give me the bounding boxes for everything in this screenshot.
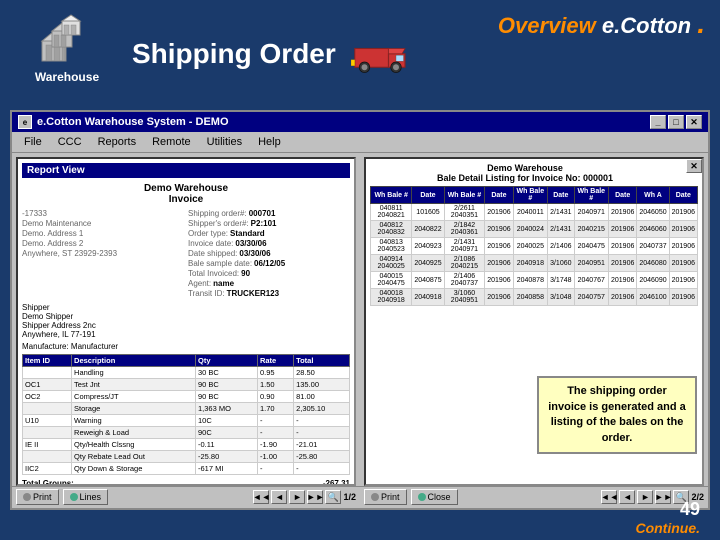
footer: 49 Continue. (635, 499, 700, 536)
bale-header1: Demo Warehouse (370, 163, 680, 173)
table-row: 040914 20400252040925 2/1086 20402152019… (371, 255, 698, 272)
window-title: e.Cotton Warehouse System - DEMO (37, 116, 229, 128)
invoice-title1: Demo Warehouse (22, 183, 350, 194)
lines-icon (70, 493, 78, 501)
invoice-no: 000701 (249, 209, 276, 218)
bale-panel: ✕ Demo Warehouse Bale Detail Listing for… (364, 157, 704, 486)
bale-header2: Bale Detail Listing for Invoice No: 0000… (370, 173, 680, 183)
table-row: 040811 2040821101605 2/2611 204035120190… (371, 204, 698, 221)
page-number-footer: 49 (680, 499, 700, 520)
invoice-table-body: Handling30 BC0.9528.50 OC1Test Jnt90 BC1… (23, 367, 350, 475)
table-row: U10Warning10C-- (23, 415, 350, 427)
content-wrapper: Report View Demo Warehouse Invoice -1733… (12, 153, 708, 507)
warehouse-icon (40, 13, 95, 68)
window-titlebar: e e.Cotton Warehouse System - DEMO _ □ ✕ (12, 112, 708, 132)
menubar: File CCC Reports Remote Utilities Help (12, 132, 708, 153)
nav-controls-left: ◄◄ ◄ ► ►► 🔍 1/2 (253, 490, 356, 504)
window-icon: e (18, 115, 32, 129)
table-row: 040015 20404752040875 2/1406 20407372019… (371, 272, 698, 289)
print-button-right[interactable]: Print (364, 489, 407, 505)
overview-ecotton: Overview e.Cotton . (498, 8, 705, 40)
nav-first-right[interactable]: ◄◄ (601, 490, 617, 504)
total-groups-value: -267.31 (323, 479, 350, 486)
left-panel-wrapper: Report View Demo Warehouse Invoice -1733… (12, 153, 360, 507)
menu-ccc[interactable]: CCC (50, 134, 90, 150)
close-button[interactable]: ✕ (686, 115, 702, 129)
page-title: Shipping Order (132, 38, 336, 70)
invoice-table: Item ID Description Qty Rate Total Handl… (22, 354, 350, 475)
invoice-totals: Total Groups: -267.31 Total Invoice Amou… (22, 479, 350, 486)
table-row: IE IIQty/Health Clssng-0.11-1.90-21.01 (23, 439, 350, 451)
callout-box: The shipping order invoice is generated … (537, 376, 697, 454)
table-row: Handling30 BC0.9528.50 (23, 367, 350, 379)
table-row: Storage1,363 MO1.702,305.10 (23, 403, 350, 415)
close-button-toolbar[interactable]: Close (411, 489, 458, 505)
shipper-addr2: Anywhere, IL 77-191 (22, 330, 96, 339)
invoice-title2: Invoice (22, 194, 350, 205)
print-icon (23, 493, 31, 501)
nav-first-left[interactable]: ◄◄ (253, 490, 269, 504)
manufacture: Manufacturer (71, 342, 118, 351)
shipper-info: Shipper Demo Shipper Shipper Address 2nc… (22, 303, 350, 339)
shipper-addr1: Shipper Address 2nc (22, 321, 96, 330)
truck-icon (351, 36, 411, 76)
warehouse-label: Warehouse (35, 70, 99, 84)
minimize-button[interactable]: _ (650, 115, 666, 129)
nav-prev-left[interactable]: ◄ (271, 490, 287, 504)
header: Warehouse Shipping Order Overview e.Cott… (0, 0, 720, 115)
table-row: 040812 20408322040822 2/1842 20403612019… (371, 221, 698, 238)
table-row: 040018 20409182040918 3/1060 20409512019… (371, 289, 698, 306)
page-number-left: 1/2 (343, 492, 356, 502)
continue-text: Continue. (635, 520, 700, 536)
menu-utilities[interactable]: Utilities (199, 134, 250, 150)
maximize-button[interactable]: □ (668, 115, 684, 129)
report-view-bar: Report View (22, 163, 350, 178)
table-row: IIC2Qty Down & Storage-617 MI-- (23, 463, 350, 475)
menu-reports[interactable]: Reports (90, 134, 145, 150)
nav-next-left[interactable]: ► (289, 490, 305, 504)
table-row: Qty Rebate Lead Out-25.80-1.00-25.80 (23, 451, 350, 463)
invoice-info: -17333 Demo Maintenance Demo. Address 1 … (22, 209, 350, 299)
lines-button[interactable]: Lines (63, 489, 109, 505)
nav-search-left[interactable]: 🔍 (325, 490, 341, 504)
bale-table-wrapper: Wh Bale # Date Wh Bale # Date Wh Bale # … (370, 186, 698, 306)
table-row: OC1Test Jnt90 BC1.50135.00 (23, 379, 350, 391)
bale-header: Demo Warehouse Bale Detail Listing for I… (370, 163, 698, 183)
table-row: OC2Compress/JT90 BC0.9081.00 (23, 391, 350, 403)
right-panel-wrapper: ✕ Demo Warehouse Bale Detail Listing for… (360, 153, 708, 507)
print-icon-right (371, 493, 379, 501)
close-button-right[interactable]: ✕ (686, 159, 702, 173)
invoice-panel: Report View Demo Warehouse Invoice -1733… (16, 157, 356, 486)
left-panel-toolbar: Print Lines ◄◄ ◄ ► ►► 🔍 1/2 (12, 486, 360, 507)
shipper-name: Demo Shipper (22, 312, 73, 321)
invoice-header: Demo Warehouse Invoice (22, 183, 350, 205)
table-row: 040813 20405232040923 2/1431 20409712019… (371, 238, 698, 255)
main-window: e e.Cotton Warehouse System - DEMO _ □ ✕… (10, 110, 710, 510)
menu-file[interactable]: File (16, 134, 50, 150)
bale-table: Wh Bale # Date Wh Bale # Date Wh Bale # … (370, 186, 698, 306)
warehouse-logo: Warehouse (12, 13, 122, 84)
total-groups-label: Total Groups: (22, 479, 74, 486)
menu-remote[interactable]: Remote (144, 134, 199, 150)
print-button-left[interactable]: Print (16, 489, 59, 505)
shipper-label: Shipper (22, 303, 50, 312)
table-row: Reweigh & Load90C-- (23, 427, 350, 439)
menu-help[interactable]: Help (250, 134, 289, 150)
nav-prev-right[interactable]: ◄ (619, 490, 635, 504)
nav-last-left[interactable]: ►► (307, 490, 323, 504)
close-icon (418, 493, 426, 501)
